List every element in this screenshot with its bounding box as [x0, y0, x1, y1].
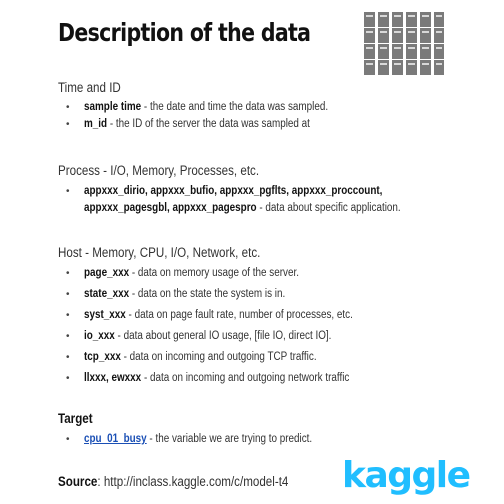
- page-title: Description of the data: [58, 18, 311, 47]
- time-id-list: sample time - the date and time the data…: [66, 99, 368, 133]
- server-rack-icon: [364, 12, 444, 75]
- list-item: sample time - the date and time the data…: [66, 99, 368, 116]
- list-item: tcp_xxx - data on incoming and outgoing …: [66, 349, 397, 366]
- section-heading-target: Target: [58, 411, 93, 426]
- source-line: Source: http://inclass.kaggle.com/c/mode…: [58, 474, 289, 489]
- list-item: page_xxx - data on memory usage of the s…: [66, 265, 397, 282]
- section-heading-host: Host - Memory, CPU, I/O, Network, etc.: [58, 245, 261, 260]
- list-item: cpu_01_busy - the variable we are trying…: [66, 431, 349, 448]
- list-item: appxxx_dirio, appxxx_bufio, appxxx_pgflt…: [66, 183, 452, 217]
- list-item: m_id - the ID of the server the data was…: [66, 116, 368, 133]
- target-list: cpu_01_busy - the variable we are trying…: [66, 431, 349, 448]
- section-heading-time-id: Time and ID: [58, 80, 121, 95]
- list-item: io_xxx - data about general IO usage, [f…: [66, 328, 397, 345]
- cpu-01-busy-link[interactable]: cpu_01_busy: [84, 433, 147, 445]
- host-list: page_xxx - data on memory usage of the s…: [66, 265, 397, 387]
- kaggle-logo: kaggle: [342, 455, 471, 496]
- list-item: syst_xxx - data on page fault rate, numb…: [66, 307, 397, 324]
- list-item: llxxx, ewxxx - data on incoming and outg…: [66, 370, 397, 387]
- slide: Description of the data Time and ID • sa…: [0, 0, 504, 504]
- list-item: state_xxx - data on the state the system…: [66, 286, 397, 303]
- process-list: appxxx_dirio, appxxx_bufio, appxxx_pgflt…: [66, 183, 452, 217]
- source-url[interactable]: http://inclass.kaggle.com/c/model-t4: [104, 474, 289, 489]
- section-heading-process: Process - I/O, Memory, Processes, etc.: [58, 163, 260, 178]
